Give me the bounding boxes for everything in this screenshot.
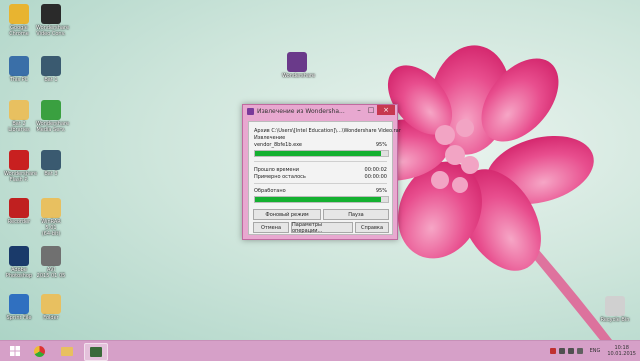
- remaining-value: 00:00:00: [364, 174, 387, 180]
- desktop-icon-label: Recycle Bin: [600, 317, 630, 323]
- extracting-label: Извлечение: [254, 135, 286, 141]
- clock[interactable]: 10:18 10.01.2015: [607, 345, 636, 357]
- chrome-taskbar-button[interactable]: [28, 343, 50, 359]
- explorer-taskbar-button[interactable]: [56, 343, 78, 359]
- archive-path: Архив C:\Users\[Intel Education]\...\Won…: [254, 128, 401, 134]
- elapsed-label: Прошло времени: [254, 167, 299, 173]
- close-button[interactable]: ×: [377, 105, 395, 115]
- language-indicator[interactable]: ENG: [590, 348, 601, 354]
- dialog-title-bar[interactable]: Извлечение из Wondersha... – □ ×: [243, 105, 397, 119]
- desktop-icon[interactable]: Wondershare Video Conv.: [36, 4, 70, 37]
- desktop-icon[interactable]: Wondershare: [282, 52, 316, 79]
- desktop-icon-label: Google Chrome: [9, 25, 29, 37]
- recycle-bin-icon: [605, 296, 625, 316]
- desktop-icon[interactable]: Folder: [36, 294, 66, 321]
- winrar-taskbar-button[interactable]: [84, 343, 108, 361]
- taskbar: ENG 10:18 10.01.2015: [0, 340, 640, 361]
- file-percent: 95%: [375, 142, 387, 148]
- paint-icon: [9, 294, 29, 314]
- desktop-icon[interactable]: Sprint File: [4, 294, 34, 321]
- minimize-button[interactable]: –: [353, 105, 365, 115]
- network-icon[interactable]: [558, 348, 565, 354]
- desktop-icon-label: Wondershare: [282, 73, 316, 79]
- desktop-icon[interactable]: Recorder: [4, 198, 34, 225]
- desktop-icon-label: This PC: [9, 77, 29, 83]
- flag-icon[interactable]: [549, 348, 556, 354]
- elapsed-value: 00:00:02: [364, 167, 387, 173]
- desktop-icon[interactable]: Adobe Photoshop: [4, 246, 34, 279]
- desktop-icon-label: Wondershare Media Serv.: [36, 121, 70, 133]
- divider: [254, 161, 387, 162]
- desktop-icon-label: Bat 2 Libraries: [8, 121, 30, 133]
- desktop-icon-label: Recorder: [7, 219, 31, 225]
- desktop-icon-label: Bat 3: [44, 171, 58, 177]
- winrar-extract-dialog[interactable]: Извлечение из Wondersha... – □ × Архив C…: [242, 104, 401, 240]
- desktop-icon[interactable]: WinRAR 5.01 (64-bit): [36, 198, 66, 237]
- start-button[interactable]: [4, 343, 26, 359]
- desktop-icon[interactable]: Wondershare Media Serv.: [36, 100, 70, 133]
- desktop-icon[interactable]: This PC: [4, 56, 34, 83]
- desktop-icon-label: Wondershare Flash P.: [4, 171, 38, 183]
- recorder-icon: [9, 198, 29, 218]
- divider: [254, 183, 387, 184]
- desktop-icon-label: WinRAR 5.01 (64-bit): [41, 219, 61, 237]
- desktop-icon[interactable]: Wondershare Flash P.: [4, 150, 38, 183]
- pause-button[interactable]: Пауза: [323, 209, 389, 220]
- folder-icon: [61, 346, 73, 356]
- current-file-name: vendor_8bfe1b.exe: [254, 142, 302, 148]
- flash-icon: [9, 150, 29, 170]
- desktop-icon[interactable]: AVI 2015 01 05: [36, 246, 66, 279]
- processed-label: Обработано: [254, 188, 286, 194]
- clock-date: 10.01.2015: [607, 351, 636, 357]
- computer-icon: [9, 56, 29, 76]
- desktop-icon[interactable]: Recycle Bin: [600, 296, 630, 323]
- winrar-icon: [247, 108, 254, 115]
- total-progress-fill: [255, 197, 382, 202]
- winrar-icon: [90, 347, 102, 357]
- system-tray: ENG 10:18 10.01.2015: [549, 343, 636, 359]
- desktop-icon-label: Sprint File: [6, 315, 32, 321]
- desktop-icon-label: Adobe Photoshop: [5, 267, 33, 279]
- desktop-icon-label: Wondershare Video Conv.: [36, 25, 70, 37]
- chrome-icon: [9, 4, 29, 24]
- desktop-icon[interactable]: Bat 2 Libraries: [4, 100, 34, 133]
- chrome-icon: [33, 345, 45, 357]
- processed-percent: 95%: [375, 188, 387, 194]
- total-progress-bar: [254, 196, 389, 203]
- volume-icon[interactable]: [567, 348, 574, 354]
- desktop-icon-label: AVI 2015 01 05: [36, 267, 66, 279]
- windows-start-icon: [10, 346, 20, 356]
- desktop-icon[interactable]: Bat 1: [36, 56, 66, 83]
- dialog-title: Извлечение из Wondersha...: [257, 108, 345, 115]
- cancel-button[interactable]: Отмена: [253, 222, 289, 233]
- winrar-icon: [287, 52, 307, 72]
- monitor-icon: [41, 56, 61, 76]
- operation-options-button[interactable]: Параметры операции...: [291, 222, 353, 234]
- desktop-icon-label: Folder: [43, 315, 59, 321]
- battery-icon[interactable]: [576, 348, 583, 354]
- dialog-body: Архив C:\Users\[Intel Education]\...\Won…: [248, 121, 401, 235]
- folder-icon: [41, 198, 61, 218]
- monitor-icon: [41, 150, 61, 170]
- desktop-icon[interactable]: Google Chrome: [4, 4, 34, 37]
- desktop-icon-label: Bat 1: [44, 77, 58, 83]
- folder-icon: [41, 294, 61, 314]
- video-file-icon: [41, 246, 61, 266]
- file-progress-bar: [254, 150, 389, 157]
- folder-icon: [9, 100, 29, 120]
- wondershare-icon: [41, 4, 61, 24]
- background-mode-button[interactable]: Фоновый режим: [253, 209, 321, 220]
- desktop-icon[interactable]: Bat 3: [36, 150, 66, 177]
- maximize-button[interactable]: □: [365, 105, 377, 115]
- photoshop-icon: [9, 246, 29, 266]
- media-server-icon: [41, 100, 61, 120]
- help-button[interactable]: Справка: [355, 222, 389, 233]
- remaining-label: Примерно осталось: [254, 174, 306, 180]
- file-progress-fill: [255, 151, 382, 156]
